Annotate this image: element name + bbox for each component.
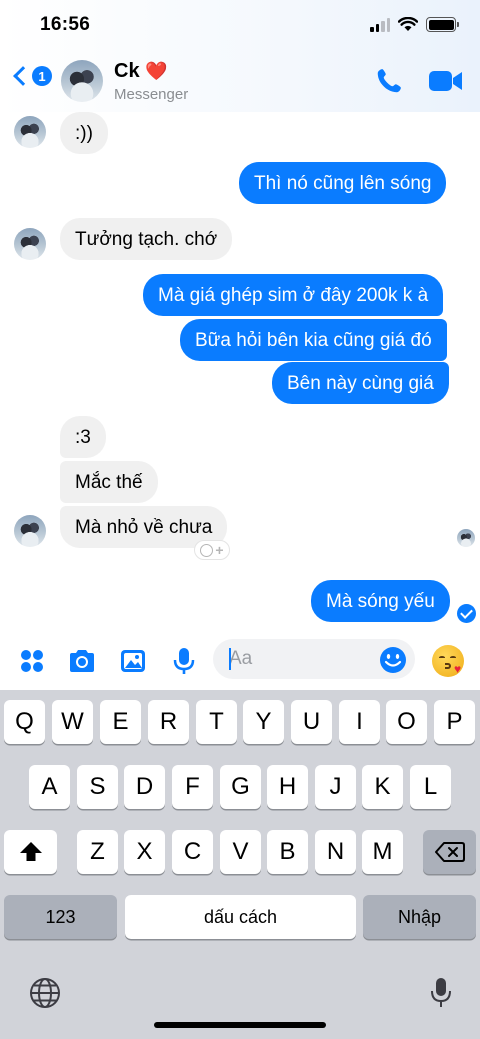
key-s[interactable]: S	[77, 765, 118, 809]
key-z[interactable]: Z	[77, 830, 118, 874]
contact-subtitle: Messenger	[114, 86, 189, 103]
key-b[interactable]: B	[267, 830, 308, 874]
return-key[interactable]: Nhập	[363, 895, 476, 939]
key-n[interactable]: N	[315, 830, 356, 874]
key-p[interactable]: P	[434, 700, 475, 744]
contact-name[interactable]: Ck ❤️	[114, 60, 168, 83]
key-x[interactable]: X	[124, 830, 165, 874]
backspace-key[interactable]	[423, 830, 476, 874]
key-i[interactable]: I	[339, 700, 380, 744]
message-outgoing[interactable]: Mà giá ghép sim ở đây 200k k à	[143, 274, 444, 316]
message-outgoing[interactable]: Mà sóng yếu	[311, 580, 450, 622]
add-reaction-button[interactable]: +	[194, 540, 230, 560]
key-j[interactable]: J	[315, 765, 356, 809]
unread-badge: 1	[32, 66, 52, 86]
key-e[interactable]: E	[100, 700, 141, 744]
text-cursor	[229, 648, 231, 670]
key-l[interactable]: L	[410, 765, 451, 809]
phone-call-icon[interactable]	[374, 66, 404, 96]
key-t[interactable]: T	[196, 700, 237, 744]
message-outgoing[interactable]: Bên này cùng giá	[272, 362, 449, 404]
chat-header: 1 Ck ❤️ Messenger	[0, 52, 480, 112]
battery-icon	[426, 17, 459, 32]
delivered-check-icon	[457, 604, 476, 623]
message-list[interactable]: :)) Thì nó cũng lên sóng Tưởng tạch. chớ…	[0, 112, 480, 636]
sender-avatar	[14, 116, 46, 148]
microphone-icon[interactable]	[169, 646, 199, 676]
status-icons	[370, 17, 459, 32]
key-g[interactable]: G	[220, 765, 261, 809]
key-k[interactable]: K	[362, 765, 403, 809]
key-m[interactable]: M	[362, 830, 403, 874]
heart-emoji: ❤️	[145, 61, 168, 81]
apps-grid-icon[interactable]	[17, 646, 47, 676]
globe-icon[interactable]	[29, 977, 61, 1009]
message-incoming[interactable]: :))	[60, 112, 108, 154]
smiley-icon	[200, 543, 214, 557]
key-u[interactable]: U	[291, 700, 332, 744]
key-o[interactable]: O	[386, 700, 427, 744]
status-bar: 16:56	[0, 0, 480, 52]
emoji-icon[interactable]	[378, 645, 408, 675]
contact-name-text: Ck	[114, 60, 140, 82]
gallery-icon[interactable]	[118, 646, 148, 676]
message-outgoing[interactable]: Bữa hỏi bên kia cũng giá đó	[180, 319, 447, 361]
plus-icon: +	[215, 542, 224, 558]
message-incoming[interactable]: :3	[60, 416, 106, 458]
key-y[interactable]: Y	[243, 700, 284, 744]
sender-avatar	[14, 228, 46, 260]
key-v[interactable]: V	[220, 830, 261, 874]
back-chevron-icon	[13, 66, 33, 86]
key-f[interactable]: F	[172, 765, 213, 809]
shift-icon	[19, 842, 42, 861]
message-outgoing[interactable]: Thì nó cũng lên sóng	[239, 162, 447, 204]
back-button[interactable]: 1	[8, 66, 52, 86]
wifi-icon	[398, 17, 418, 31]
key-w[interactable]: W	[52, 700, 93, 744]
backspace-icon	[434, 842, 465, 862]
key-c[interactable]: C	[172, 830, 213, 874]
key-d[interactable]: D	[124, 765, 165, 809]
sender-avatar	[14, 515, 46, 547]
composer-bar: ♥	[0, 636, 480, 690]
kiss-sticker-icon[interactable]: ♥	[432, 645, 464, 677]
dictation-mic-icon[interactable]	[430, 977, 452, 1009]
keyboard: Q W E R T Y U I O P A S D F G H J K L Z …	[0, 690, 480, 1039]
video-call-icon[interactable]	[428, 68, 464, 94]
key-q[interactable]: Q	[4, 700, 45, 744]
status-time: 16:56	[40, 14, 91, 35]
seen-avatar	[457, 529, 475, 547]
space-key[interactable]: dấu cách	[125, 895, 356, 939]
message-incoming[interactable]: Mắc thế	[60, 461, 158, 503]
camera-icon[interactable]	[67, 646, 97, 676]
shift-key[interactable]	[4, 830, 57, 874]
key-h[interactable]: H	[267, 765, 308, 809]
numbers-key[interactable]: 123	[4, 895, 117, 939]
contact-avatar[interactable]	[61, 60, 103, 102]
home-indicator[interactable]	[154, 1022, 326, 1028]
key-r[interactable]: R	[148, 700, 189, 744]
message-incoming[interactable]: Tưởng tạch. chớ	[60, 218, 233, 260]
cellular-signal-icon	[370, 17, 390, 32]
key-a[interactable]: A	[29, 765, 70, 809]
